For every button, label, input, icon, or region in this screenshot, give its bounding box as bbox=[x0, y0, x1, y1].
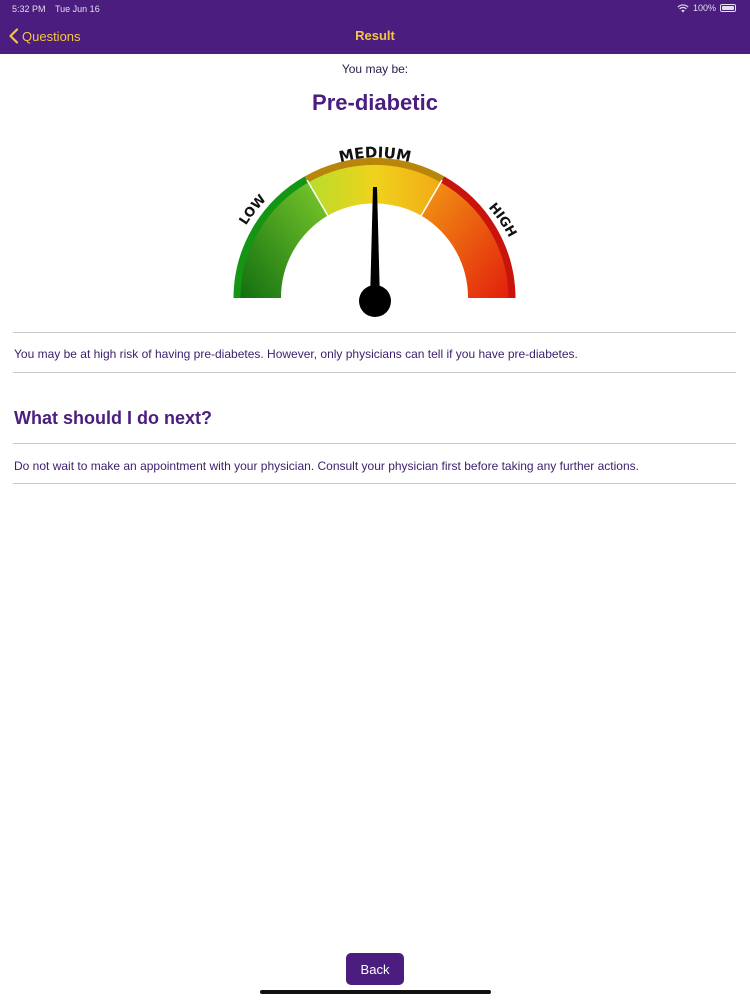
gauge-needle-hub bbox=[359, 285, 391, 317]
status-date: Tue Jun 16 bbox=[55, 4, 100, 14]
divider bbox=[13, 372, 736, 373]
next-steps-advice: Do not wait to make an appointment with … bbox=[14, 459, 639, 473]
divider bbox=[13, 483, 736, 484]
risk-explanation: You may be at high risk of having pre-di… bbox=[14, 347, 578, 361]
nav-bar: Questions Result bbox=[0, 18, 750, 54]
battery-icon bbox=[720, 4, 736, 12]
next-steps-heading: What should I do next? bbox=[14, 408, 212, 428]
divider bbox=[13, 332, 736, 333]
page-title: Result bbox=[355, 28, 395, 43]
gauge-needle bbox=[370, 187, 380, 301]
status-right: 100% bbox=[677, 3, 736, 13]
battery-percent: 100% bbox=[692, 3, 716, 13]
status-bar: 5:32 PM Tue Jun 16 100% bbox=[0, 0, 750, 18]
wifi-icon bbox=[677, 3, 689, 12]
home-indicator bbox=[260, 990, 491, 994]
top-bar: 5:32 PM Tue Jun 16 100% Questions Result bbox=[0, 0, 750, 54]
risk-gauge: MEDIUM LOW HIGH bbox=[233, 143, 519, 317]
back-button[interactable]: Back bbox=[346, 953, 404, 985]
result-intro: You may be: bbox=[341, 62, 409, 76]
divider bbox=[13, 443, 736, 444]
result-title: Pre-diabetic bbox=[312, 90, 438, 115]
status-time: 5:32 PM bbox=[12, 4, 46, 14]
